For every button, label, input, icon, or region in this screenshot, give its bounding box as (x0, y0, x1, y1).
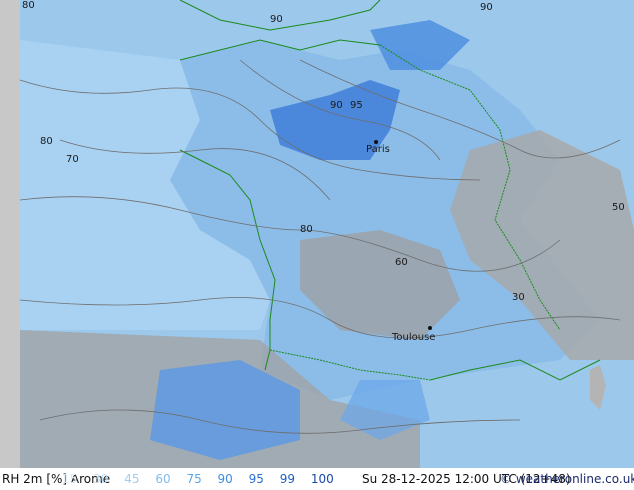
legend-level: 15 (62, 472, 78, 486)
legend-level: 90 (217, 472, 233, 486)
weather-map-view: 80 80 90 90 80 90 95 70 60 50 30 Paris T… (0, 0, 634, 490)
contour-label: 80 (300, 224, 313, 235)
legend-level: 99 (279, 472, 296, 486)
site-credit-link[interactable]: © weatheronline.co.uk (500, 472, 634, 486)
legend-level: 75 (186, 472, 202, 486)
contour-label: 90 (480, 2, 493, 13)
legend-level: 30 (93, 472, 109, 486)
contour-label: 80 (40, 136, 53, 147)
contour-label: 50 (612, 202, 625, 213)
contour-label: 90 (270, 14, 283, 25)
city-label-toulouse: Toulouse (391, 332, 435, 343)
contour-label: 60 (395, 257, 408, 268)
map-edge-strip (0, 0, 20, 468)
legend-level: 60 (155, 472, 171, 486)
contour-label: 70 (66, 154, 79, 165)
rh-map: 80 80 90 90 80 90 95 70 60 50 30 Paris T… (0, 0, 634, 468)
legend-level: 45 (124, 472, 140, 486)
toulouse-marker-icon (428, 326, 432, 330)
contour-label: 30 (512, 292, 525, 303)
contour-label: 80 (22, 0, 35, 11)
contour-label: 95 (350, 100, 363, 111)
map-footer-bar: RH 2m [%] Arome 15 30 45 60 75 90 95 99 … (0, 468, 634, 490)
contour-label: 90 (330, 100, 343, 111)
legend-level: 100 (310, 472, 334, 486)
city-label-paris: Paris (366, 144, 390, 155)
legend-level: 95 (248, 472, 264, 486)
color-legend: 15 30 45 60 75 90 95 99 100 (62, 472, 346, 486)
